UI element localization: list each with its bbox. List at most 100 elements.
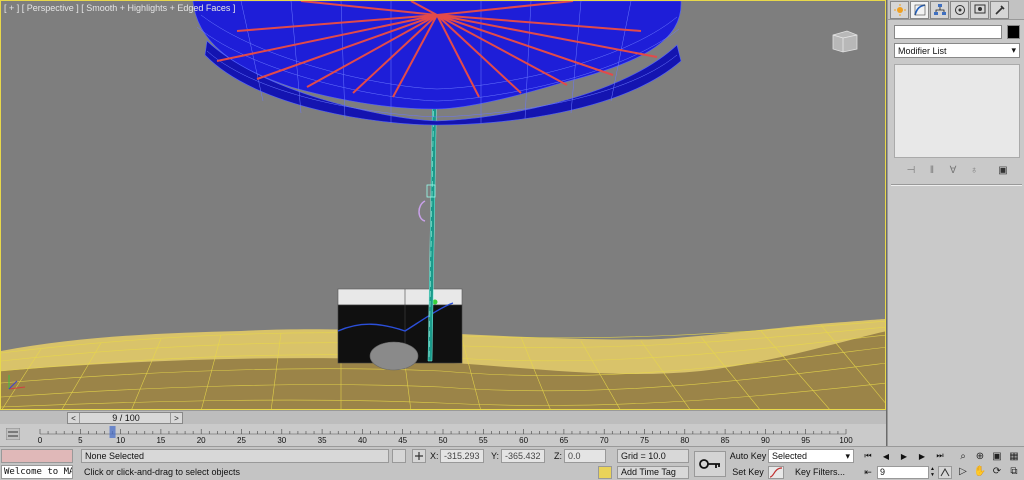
field-of-view-icon: ▷: [959, 465, 967, 477]
modifier-list-label: Modifier List: [898, 45, 947, 56]
slider-next-button[interactable]: >: [170, 413, 182, 423]
y-coordinate-field[interactable]: -365.432: [501, 449, 545, 463]
selection-lock-toggle[interactable]: [392, 449, 406, 463]
zoom-extents-button[interactable]: ▣: [989, 449, 1005, 463]
ruler-label: 100: [839, 436, 853, 445]
modifier-list-dropdown[interactable]: Modifier List ▾: [894, 43, 1020, 58]
go-to-end-button[interactable]: ⏭: [932, 450, 948, 462]
ruler-label: 80: [680, 436, 689, 445]
key-filters-button[interactable]: Key Filters...: [786, 466, 854, 479]
ruler-label: 30: [277, 436, 286, 445]
playback-controls: ⏮ ◀ ▶ ▶ ⏭: [860, 450, 950, 464]
viewport-label[interactable]: [ + ] [ Perspective ] [ Smooth + Highlig…: [4, 3, 235, 13]
tab-hierarchy[interactable]: [930, 1, 949, 19]
zoom-all-icon: ⊕: [975, 450, 985, 462]
next-frame-icon: ▶: [918, 451, 926, 461]
grid-size: Grid = 10.0: [617, 449, 689, 463]
object-name-field[interactable]: [894, 25, 1002, 39]
orbit-icon: ⟳: [992, 465, 1002, 477]
ruler-label: 25: [237, 436, 246, 445]
time-slider[interactable]: < 9 / 100 >: [67, 412, 183, 424]
next-frame-button[interactable]: ▶: [914, 450, 930, 462]
key-set-dropdown[interactable]: Selected ▾: [768, 449, 854, 463]
z-coordinate-field[interactable]: 0.0: [564, 449, 606, 463]
x-coordinate-field[interactable]: -315.293: [440, 449, 484, 463]
key-mode-toggle[interactable]: ⇤: [861, 466, 875, 479]
prompt-line: Click or click-and-drag to select object…: [84, 467, 241, 477]
field-of-view-button[interactable]: ▷: [955, 464, 971, 478]
current-frame-field[interactable]: 9: [877, 466, 929, 479]
zoom-extents-all-button[interactable]: ▦: [1006, 449, 1022, 463]
current-frame-marker[interactable]: [109, 426, 116, 438]
default-in-out-tangent-icon[interactable]: [768, 466, 784, 479]
ruler-label: 95: [801, 436, 810, 445]
maxscript-output-line[interactable]: Welcome to MAXScript.: [1, 465, 73, 479]
tab-utilities[interactable]: [990, 1, 1009, 19]
ruler-label: 45: [398, 436, 407, 445]
command-panel-tabs: [888, 0, 1024, 20]
command-panel: Modifier List ▾ ⊣ ‖ ∀ ♁ ▣: [887, 0, 1024, 446]
show-end-result-icon[interactable]: ‖: [923, 163, 941, 177]
ruler-label: 0: [38, 436, 43, 445]
object-color-swatch[interactable]: [1007, 25, 1020, 39]
cooler-lid[interactable]: [337, 288, 463, 306]
go-to-start-icon: ⏮: [864, 451, 872, 460]
viewcube-icon[interactable]: [829, 29, 859, 53]
rock[interactable]: [369, 341, 419, 371]
time-slider-thumb[interactable]: 9 / 100: [80, 413, 172, 423]
go-to-start-button[interactable]: ⏮: [860, 450, 876, 462]
play-icon: ▶: [900, 451, 908, 461]
ruler-label: 60: [519, 436, 528, 445]
perspective-viewport[interactable]: [ + ] [ Perspective ] [ Smooth + Highlig…: [0, 0, 886, 410]
maxscript-mini-listener[interactable]: [1, 449, 73, 463]
chevron-down-icon: ▾: [845, 451, 850, 461]
make-unique-icon[interactable]: ∀: [944, 163, 962, 177]
set-key-button[interactable]: Set Key: [729, 466, 767, 479]
ruler-label: 20: [197, 436, 206, 445]
utilities-icon: [994, 5, 1005, 15]
key-mode-icon: ⇤: [864, 467, 872, 477]
zoom-icon: ⌕: [960, 450, 966, 462]
slider-prev-button[interactable]: <: [68, 413, 80, 423]
tab-motion[interactable]: [950, 1, 969, 19]
selection-status: None Selected: [81, 449, 389, 463]
z-label: Z:: [554, 451, 562, 461]
pan-button[interactable]: ✋: [972, 464, 988, 478]
modifier-stack-tools: ⊣ ‖ ∀ ♁ ▣: [894, 162, 1020, 178]
zoom-all-button[interactable]: ⊕: [972, 449, 988, 463]
zoom-button[interactable]: ⌕: [955, 449, 971, 463]
ruler-label: 15: [156, 436, 165, 445]
time-configuration-icon[interactable]: [938, 466, 952, 479]
auto-key-button[interactable]: Auto Key: [729, 449, 767, 463]
remove-modifier-icon[interactable]: ♁: [965, 163, 983, 177]
time-tag-icon[interactable]: [598, 466, 612, 479]
pole-clamp: [418, 200, 426, 222]
add-time-tag-button[interactable]: Add Time Tag: [617, 466, 689, 479]
maximize-viewport-button[interactable]: ⧉: [1006, 464, 1022, 478]
modifier-stack[interactable]: [894, 64, 1020, 158]
ruler-label: 85: [721, 436, 730, 445]
panel-divider: [891, 184, 1022, 186]
play-button[interactable]: ▶: [896, 450, 912, 462]
ruler-label: 55: [479, 436, 488, 445]
orbit-button[interactable]: ⟳: [989, 464, 1005, 478]
zoom-extents-all-icon: ▦: [1009, 450, 1019, 462]
tab-modify[interactable]: [910, 1, 929, 19]
previous-frame-button[interactable]: ◀: [878, 450, 894, 462]
pin-stack-icon[interactable]: ⊣: [902, 163, 920, 177]
zoom-extents-icon: ▣: [992, 450, 1002, 462]
pan-hand-icon: ✋: [973, 465, 987, 477]
set-key-icon[interactable]: [694, 451, 726, 477]
track-bar[interactable]: 0 5 10 15 20 25 30 35 40 45 50 55 60 65 70 75 80 85 90 95 10…: [0, 424, 886, 446]
time-slider-bar: < 9 / 100 >: [0, 410, 886, 424]
ruler-label: 75: [640, 436, 649, 445]
frame-ruler[interactable]: 0 5 10 15 20 25 30 35 40 45 50 55 60 65 70 75 80 85 90 95 10…: [0, 424, 886, 446]
frame-spinner[interactable]: ▲ ▼: [929, 466, 936, 479]
configure-modifier-sets-icon[interactable]: ▣: [994, 163, 1012, 177]
tab-create[interactable]: [890, 1, 909, 19]
go-to-end-icon: ⏭: [936, 451, 944, 460]
absolute-mode-transform-icon[interactable]: [412, 449, 426, 463]
tab-display[interactable]: [970, 1, 989, 19]
previous-frame-icon: ◀: [882, 451, 890, 461]
x-label: X:: [430, 451, 439, 461]
